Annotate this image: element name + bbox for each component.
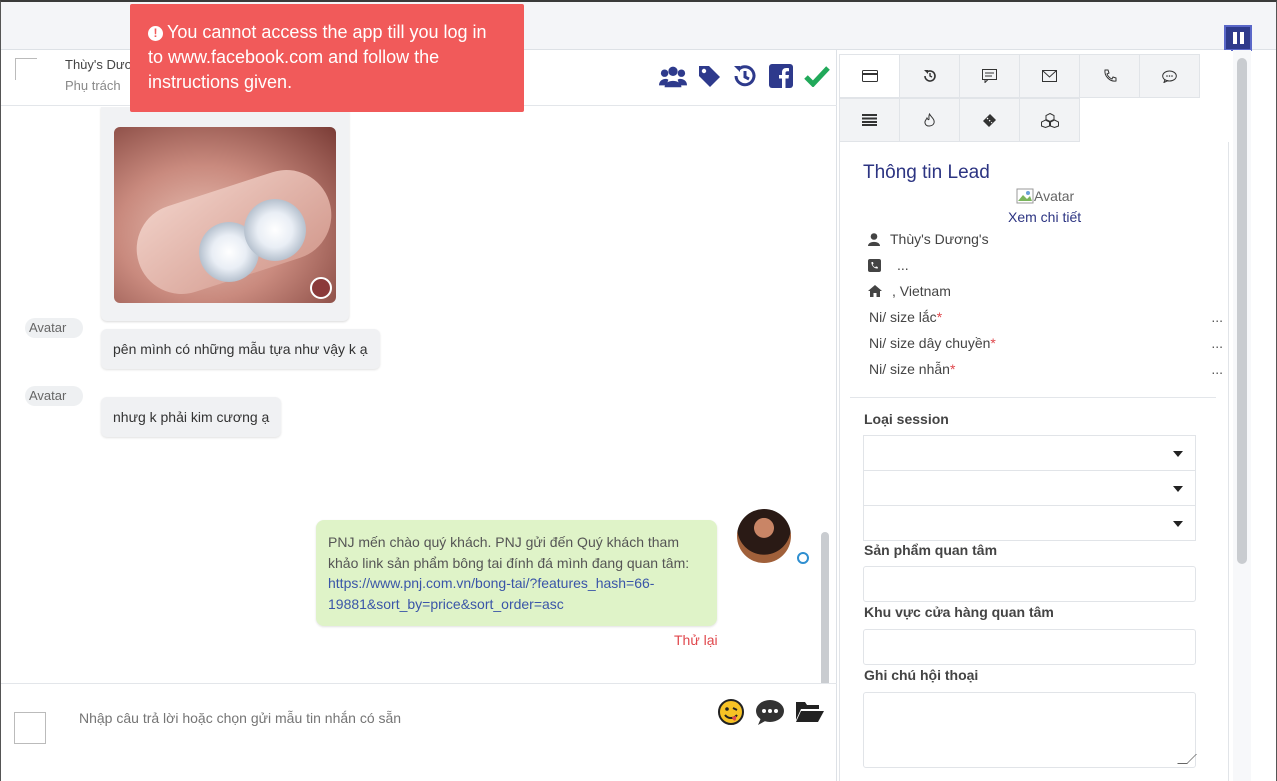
lead-name: Thùy's Dương's bbox=[890, 231, 989, 247]
sender-mini-avatar bbox=[310, 277, 332, 299]
tab-history[interactable] bbox=[899, 54, 960, 98]
broken-image-icon bbox=[1016, 188, 1034, 204]
conversation-note-label: Ghi chú hội thoại bbox=[864, 667, 979, 683]
earring-photo bbox=[114, 127, 336, 303]
fire-icon bbox=[924, 112, 935, 126]
product-interest-label: Sản phẩm quan tâm bbox=[864, 542, 998, 558]
session-type-label: Loại session bbox=[864, 411, 949, 427]
login-alert: ! You cannot access the app till you log … bbox=[130, 4, 524, 112]
right-panel-scrollbar[interactable] bbox=[1237, 58, 1247, 564]
group-icon[interactable] bbox=[659, 62, 687, 90]
lead-avatar: Avatar bbox=[1016, 188, 1074, 204]
card-icon bbox=[861, 70, 878, 82]
template-message-icon[interactable] bbox=[755, 698, 785, 731]
lead-phone-row: ... bbox=[868, 257, 909, 273]
conversation-note-textarea[interactable] bbox=[863, 692, 1197, 768]
lead-title: Thông tin Lead bbox=[863, 162, 990, 183]
retry-button[interactable]: Thử lại bbox=[674, 632, 718, 648]
field-value[interactable]: ... bbox=[1211, 309, 1223, 325]
composer bbox=[1, 683, 837, 781]
product-interest-input[interactable] bbox=[863, 566, 1196, 602]
incoming-avatar: Avatar bbox=[25, 386, 83, 406]
check-icon[interactable] bbox=[803, 62, 831, 90]
session-select-1[interactable] bbox=[863, 435, 1196, 471]
home-icon bbox=[868, 285, 882, 297]
field-bracelet-size: Ni/ size lắc* ... bbox=[869, 309, 1223, 325]
store-area-label: Khu vực cửa hàng quan tâm bbox=[864, 604, 1054, 620]
emoji-icon[interactable] bbox=[717, 698, 745, 731]
facebook-icon[interactable] bbox=[767, 62, 795, 90]
session-select-2[interactable] bbox=[863, 470, 1196, 506]
tab-ticket[interactable] bbox=[959, 98, 1020, 142]
assignee-label: Phụ trách bbox=[65, 78, 121, 93]
agent-avatar bbox=[737, 509, 791, 563]
tab-cubes[interactable] bbox=[1019, 98, 1080, 142]
image-message[interactable] bbox=[101, 107, 349, 321]
user-icon bbox=[868, 232, 880, 246]
message-list: Avatar pên mình có những mẫu tựa như vậy… bbox=[1, 107, 837, 683]
session-select-3[interactable] bbox=[863, 505, 1196, 541]
tab-comments[interactable] bbox=[959, 54, 1020, 98]
outgoing-text: PNJ mến chào quý khách. PNJ gửi đến Quý … bbox=[328, 534, 690, 571]
header-actions bbox=[659, 62, 831, 90]
customer-name: Thùy's Dươ bbox=[65, 57, 134, 72]
chat-scrollbar[interactable] bbox=[821, 532, 829, 683]
lead-phone: ... bbox=[897, 257, 909, 273]
phone-square-icon bbox=[868, 258, 881, 272]
tab-email[interactable] bbox=[1019, 54, 1080, 98]
list-icon bbox=[862, 114, 877, 126]
tab-card[interactable] bbox=[839, 54, 900, 98]
phone-icon bbox=[1103, 69, 1116, 82]
field-ring-size: Ni/ size nhẫn* ... bbox=[869, 361, 1223, 377]
composer-actions bbox=[717, 698, 825, 731]
history-icon[interactable] bbox=[731, 62, 759, 90]
lead-panel: Thông tin Lead Avatar Xem chi tiết Thùy'… bbox=[839, 50, 1231, 781]
lead-address-row: , Vietnam bbox=[868, 283, 951, 299]
folder-open-icon[interactable] bbox=[795, 698, 825, 731]
lead-name-row: Thùy's Dương's bbox=[868, 231, 989, 247]
lead-address: , Vietnam bbox=[892, 283, 951, 299]
comment-icon bbox=[982, 69, 997, 83]
exclamation-icon: ! bbox=[148, 26, 163, 41]
field-necklace-size: Ni/ size dây chuyền* ... bbox=[869, 335, 1223, 351]
customer-avatar bbox=[15, 58, 37, 80]
cubes-icon bbox=[1040, 112, 1059, 128]
store-area-input[interactable] bbox=[863, 629, 1196, 665]
incoming-message: pên mình có những mẫu tựa như vậy k ạ bbox=[101, 329, 380, 369]
tab-fire[interactable] bbox=[899, 98, 960, 142]
chat-bubble-icon bbox=[1162, 70, 1177, 83]
lead-info-section: Thông tin Lead Avatar Xem chi tiết Thùy'… bbox=[839, 142, 1229, 781]
chat-panel: Thùy's Dươ Phụ trách Avatar pên mình có … bbox=[1, 50, 837, 781]
outgoing-message: PNJ mến chào quý khách. PNJ gửi đến Quý … bbox=[316, 520, 717, 626]
tab-chat[interactable] bbox=[1139, 54, 1200, 98]
tab-list[interactable] bbox=[839, 98, 900, 142]
field-value[interactable]: ... bbox=[1211, 361, 1223, 377]
incoming-message: nhưg k phải kim cương ạ bbox=[101, 397, 282, 437]
tab-phone[interactable] bbox=[1079, 54, 1140, 98]
alert-message: You cannot access the app till you log i… bbox=[148, 22, 487, 92]
product-link[interactable]: https://www.pnj.com.vn/bong-tai/?feature… bbox=[328, 575, 654, 612]
field-value[interactable]: ... bbox=[1211, 335, 1223, 351]
pause-button[interactable] bbox=[1224, 25, 1252, 51]
ticket-icon bbox=[983, 113, 996, 127]
composer-avatar bbox=[14, 712, 46, 744]
envelope-icon bbox=[1042, 70, 1057, 82]
section-divider bbox=[850, 397, 1216, 398]
sending-status-icon bbox=[797, 552, 809, 564]
tag-icon[interactable] bbox=[695, 62, 723, 90]
history-icon bbox=[923, 70, 936, 82]
reply-input[interactable] bbox=[79, 710, 639, 726]
app-frame: Thùy's Dươ Phụ trách Avatar pên mình có … bbox=[0, 0, 1277, 781]
resize-handle[interactable] bbox=[1177, 754, 1197, 764]
incoming-avatar: Avatar bbox=[25, 318, 83, 338]
view-detail-link[interactable]: Xem chi tiết bbox=[1008, 209, 1081, 225]
